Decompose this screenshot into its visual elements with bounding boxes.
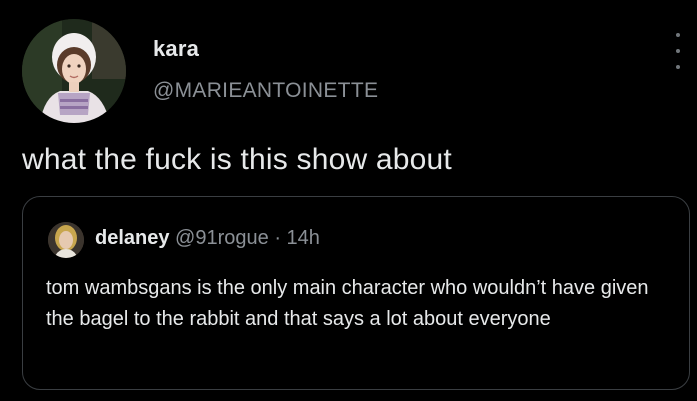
author-display-name[interactable]: kara [153,36,199,62]
more-dot [676,33,680,37]
quoted-author-avatar[interactable] [48,222,84,258]
profile-photo-icon [22,19,126,123]
quoted-tweet-header: delaney @91rogue · 14h [95,227,320,250]
author-avatar[interactable] [22,19,126,123]
tweet-text: what the fuck is this show about [22,143,452,176]
more-dot [676,65,680,69]
quoted-tweet-text: tom wambsgans is the only main character… [46,277,649,330]
quoted-author-display-name[interactable]: delaney [95,227,169,249]
author-handle[interactable]: @MARIEANTOINETTE [153,79,378,103]
more-dot [676,49,680,53]
profile-photo-small-icon [48,222,84,258]
quoted-tweet-card[interactable]: delaney @91rogue · 14h tom wambsgans is … [22,196,690,390]
dot-separator: · [274,227,281,249]
more-vertical-icon[interactable] [668,33,688,69]
quoted-author-handle[interactable]: @91rogue [175,227,269,249]
quoted-tweet-timestamp[interactable]: 14h [287,227,320,249]
